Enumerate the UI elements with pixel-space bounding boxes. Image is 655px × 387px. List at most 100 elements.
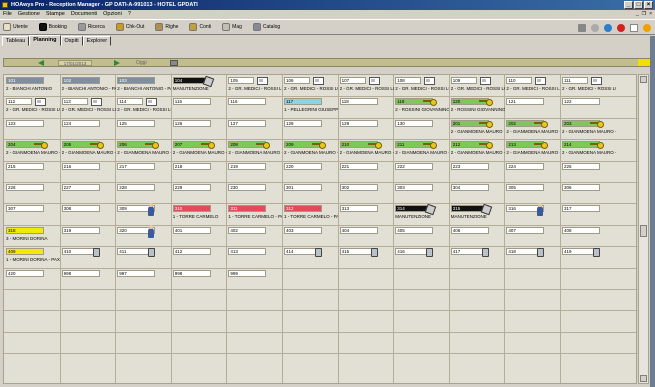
toolbar-booking-button[interactable]: Booking [38,23,67,31]
room-number[interactable]: 222 [395,162,434,170]
room-number[interactable]: 412 [172,248,211,256]
room-number[interactable]: 302 [339,184,378,191]
tab-tableau[interactable]: Tableau [2,36,30,46]
room-number[interactable]: 228 [117,184,156,191]
room-number[interactable]: 130 [395,119,434,127]
room-number[interactable]: 105 [228,77,255,84]
room-number[interactable]: 318 [6,226,44,234]
room-number[interactable]: 103 [117,77,156,84]
room-number[interactable]: 308 [61,205,100,213]
mdi-minimize-button[interactable]: _ [636,10,639,18]
room-number[interactable]: 225 [562,162,600,170]
room-number[interactable]: 217 [117,162,156,170]
room-number[interactable]: 413 [228,248,267,256]
room-number[interactable]: 305 [506,184,545,191]
room-number[interactable]: 403 [284,226,322,234]
date-field[interactable]: 17/01/2013 [58,60,92,66]
toolbar-ricerca-button[interactable]: Ricerca [77,23,105,31]
globe-icon[interactable] [604,24,612,32]
room-number[interactable]: 128 [284,119,322,127]
menu-documenti[interactable]: Documenti [71,10,97,18]
room-number[interactable]: 409 [6,248,44,256]
room-number[interactable]: 101 [6,77,44,84]
grid-scrollbar[interactable] [638,74,649,384]
room-number[interactable]: 998 [172,269,211,277]
room-number[interactable]: 997 [117,269,156,277]
toolbar-righe-button[interactable]: Righe [155,23,178,31]
room-number[interactable]: 405 [395,226,434,234]
stop-icon[interactable] [617,24,625,32]
room-number[interactable]: 998 [61,269,100,277]
room-number[interactable]: 307 [6,205,44,213]
room-number[interactable]: 109 [450,77,477,84]
room-number[interactable]: 122 [562,98,600,106]
scroll-up-button[interactable] [640,76,647,83]
menu-gestione[interactable]: Gestione [18,10,40,18]
room-number[interactable]: 221 [339,162,378,170]
toolbar-conti-button[interactable]: Conti [189,23,211,31]
sun-icon[interactable] [643,24,651,32]
scroll-thumb[interactable] [640,225,647,237]
room-number[interactable]: 401 [172,226,211,234]
mdi-close-button[interactable]: × [649,10,652,18]
prev-day-arrow-icon[interactable] [38,60,44,66]
room-number[interactable]: 113 [61,98,88,106]
tab-explorer[interactable]: Explorer [82,36,112,46]
room-number[interactable]: 102 [61,77,100,84]
room-number[interactable]: 226 [6,184,44,191]
room-number[interactable]: 107 [339,77,366,84]
room-number[interactable]: 224 [506,162,545,170]
room-number[interactable]: 407 [506,226,545,234]
toolbar-checkout-button[interactable]: Chk-Out [115,23,144,31]
close-button[interactable]: × [644,1,653,9]
room-number[interactable]: 129 [339,119,378,127]
tab-planning[interactable]: Planning [29,35,61,46]
calculator-icon[interactable] [578,24,586,32]
room-number[interactable]: 406 [450,226,489,234]
room-number[interactable]: 125 [117,119,156,127]
room-number[interactable]: 229 [172,184,211,191]
room-number[interactable]: 420 [6,269,44,277]
room-number[interactable]: 319 [61,226,100,234]
room-number[interactable]: 126 [172,119,211,127]
page-icon[interactable] [630,24,638,32]
room-number[interactable]: 313 [339,205,378,213]
help-icon[interactable] [591,24,599,32]
room-number[interactable]: 303 [395,184,434,191]
toolbar-mag-button[interactable]: Mag [222,23,242,31]
menu-help[interactable]: ? [128,10,131,18]
room-number[interactable]: 230 [228,184,267,191]
room-number[interactable]: 115 [172,98,211,106]
room-number[interactable]: 227 [61,184,100,191]
next-day-arrow-icon[interactable] [114,60,120,66]
room-number[interactable]: 306 [562,184,600,191]
room-number[interactable]: 220 [284,162,322,170]
room-number[interactable]: 311 [228,205,267,213]
room-number[interactable]: 118 [339,98,378,106]
room-number[interactable]: 999 [228,269,267,277]
room-number[interactable]: 219 [228,162,267,170]
room-number[interactable]: 216 [61,162,100,170]
room-number[interactable]: 215 [6,162,44,170]
minimize-button[interactable]: _ [624,1,633,9]
toolbar-catalog-button[interactable]: Catalog [252,23,280,31]
menu-file[interactable]: File [3,10,12,18]
print-icon[interactable] [170,60,178,66]
room-number[interactable]: 310 [172,205,211,213]
room-number[interactable]: 301 [284,184,322,191]
mdi-restore-button[interactable]: ❐ [642,10,646,18]
room-number[interactable]: 117 [284,98,322,106]
menu-opzioni[interactable]: Opzioni [103,10,122,18]
room-number[interactable]: 123 [6,119,44,127]
tab-ospiti[interactable]: Ospiti [60,36,83,46]
room-number[interactable]: 110 [506,77,533,84]
room-number[interactable]: 223 [450,162,489,170]
room-number[interactable]: 404 [339,226,378,234]
room-number[interactable]: 114 [117,98,144,106]
room-number[interactable]: 124 [61,119,100,127]
maximize-button[interactable]: □ [634,1,643,9]
scroll-down-button[interactable] [640,375,647,382]
room-number[interactable]: 111 [562,77,588,84]
room-number[interactable]: 402 [228,226,267,234]
room-number[interactable]: 304 [450,184,489,191]
